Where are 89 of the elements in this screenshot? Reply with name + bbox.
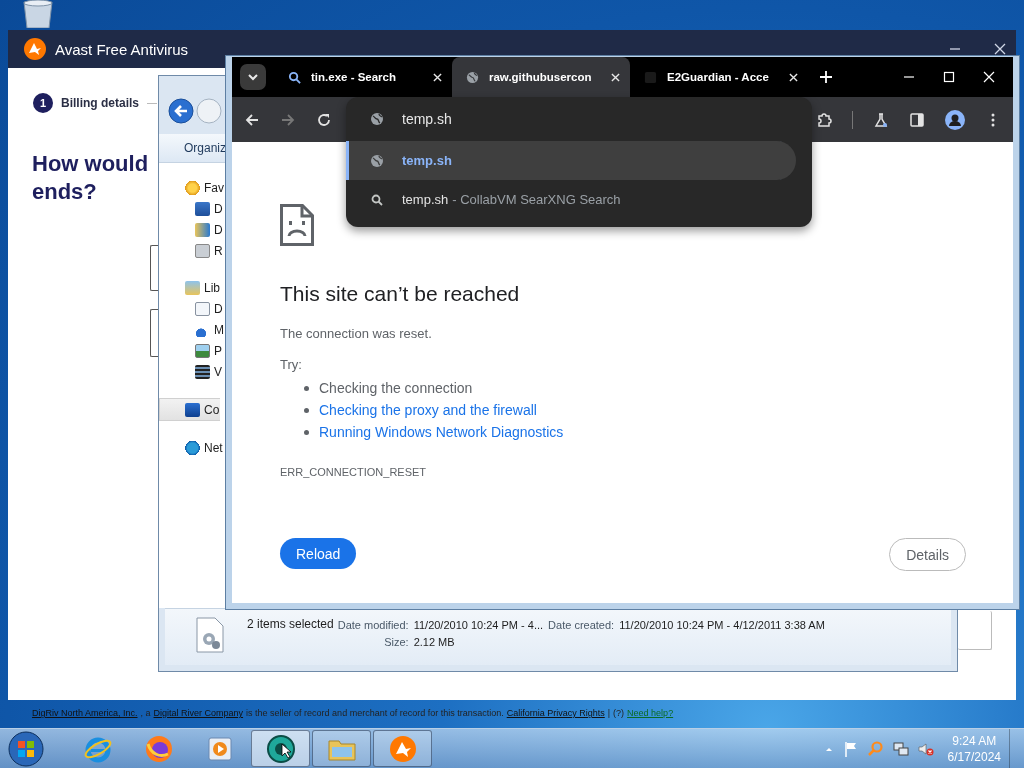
footer-text: | [607, 708, 611, 718]
avast-logo-icon [387, 733, 418, 764]
reload-button[interactable]: Reload [280, 538, 357, 569]
step-number: 1 [33, 93, 53, 113]
forward-icon[interactable] [280, 111, 296, 128]
error-code: ERR_CONNECTION_RESET [280, 466, 428, 478]
downloads-icon [195, 222, 210, 237]
video-icon [195, 364, 210, 379]
footer-text: (?) [613, 708, 625, 718]
taskbar-button[interactable] [373, 730, 432, 767]
search-icon [288, 70, 301, 84]
detail-label: Date modified: [337, 619, 409, 631]
nav-item[interactable]: V [165, 361, 220, 382]
footer-text: , a [140, 708, 151, 718]
globe-icon [466, 70, 479, 84]
recent-icon [195, 243, 210, 258]
nav-item[interactable]: D [165, 219, 220, 240]
detail-value: 11/20/2010 10:24 PM - 4/12/2011 3:38 AM [619, 619, 825, 631]
page-icon [644, 70, 657, 84]
extensions-icon[interactable] [816, 111, 832, 128]
library-icon [185, 280, 200, 295]
back-button[interactable] [168, 98, 194, 124]
try-label: Try: [280, 357, 303, 372]
back-icon[interactable] [244, 111, 260, 128]
tab-search-button[interactable] [240, 64, 266, 90]
error-message: The connection was reset. [280, 326, 433, 341]
taskbar-button[interactable] [312, 730, 371, 767]
help-link[interactable]: Checking the proxy and the firewall [319, 402, 537, 418]
bullet-icon [304, 429, 309, 435]
help-link[interactable]: Running Windows Network Diagnostics [319, 424, 564, 440]
suggestion-item[interactable]: temp.sh - CollabVM SearXNG Search [346, 180, 796, 219]
detail-label: Date created: [548, 619, 615, 631]
volume-muted-icon[interactable] [917, 740, 934, 757]
organize-menu[interactable]: Organiz [184, 141, 227, 155]
nav-item[interactable]: P [165, 340, 220, 361]
nav-item[interactable]: Co [159, 398, 220, 421]
heading: How would ends? [32, 150, 149, 206]
search-icon [370, 192, 384, 207]
profile-icon[interactable] [945, 109, 965, 130]
detail-value: 11/20/2010 10:24 PM - 4... [413, 619, 544, 631]
address-field[interactable]: temp.sh [402, 111, 702, 127]
side-panel-icon[interactable] [909, 111, 925, 128]
fox-globe-icon [143, 733, 174, 764]
form-field[interactable] [150, 309, 158, 357]
suggestion-item[interactable]: temp.sh [346, 141, 796, 180]
new-tab-icon[interactable] [820, 71, 832, 83]
network-icon [185, 440, 200, 455]
globe-icon [370, 112, 384, 126]
bullet-icon [304, 385, 309, 391]
suggestion-text: Checking the connection [319, 380, 473, 396]
document-icon [195, 301, 210, 316]
error-title: This site can’t be reached [280, 282, 521, 306]
close-tab-icon[interactable] [611, 72, 620, 82]
avast-logo-icon [23, 37, 47, 61]
globe-icon [370, 153, 384, 168]
desktop-icon [195, 201, 210, 216]
settings-file-icon [195, 617, 225, 653]
nav-item[interactable]: D [165, 298, 220, 319]
footer-link[interactable]: California Privacy Rights [506, 708, 605, 718]
nav-item[interactable]: D [165, 198, 220, 219]
footer-text: is the seller of record and merchant of record for this transaction. [246, 708, 504, 718]
detail-label: Size: [383, 636, 409, 648]
pictures-icon [195, 343, 210, 358]
close-tab-icon[interactable] [433, 72, 442, 82]
form-field[interactable] [958, 611, 992, 650]
start-button[interactable] [8, 730, 44, 767]
nav-item[interactable]: R [165, 240, 220, 261]
maximize-icon[interactable] [943, 71, 955, 83]
browser-tab[interactable]: E2Guardian - Acce [630, 57, 808, 97]
browser-tab[interactable]: raw.githubusercon [452, 57, 630, 97]
browser-tab[interactable]: tin.exe - Search [274, 57, 452, 97]
computer-icon [185, 402, 200, 417]
close-tab-icon[interactable] [789, 72, 798, 82]
step-label: Billing details [61, 96, 139, 110]
bullet-icon [304, 407, 309, 413]
network-icon[interactable] [892, 740, 909, 757]
window-title: Avast Free Antivirus [55, 40, 189, 58]
reload-icon[interactable] [316, 111, 332, 128]
form-field[interactable] [150, 245, 158, 291]
close-icon[interactable] [994, 43, 1006, 55]
sad-page-icon [280, 204, 314, 246]
recycle-bin-icon[interactable] [20, 0, 56, 28]
flask-icon[interactable] [873, 111, 889, 128]
taskbar-button[interactable] [251, 730, 310, 767]
nav-item[interactable]: Lib [165, 277, 220, 298]
details-button[interactable]: Details [889, 538, 966, 571]
selection-summary: 2 items selected [247, 617, 334, 631]
app-icon [265, 733, 296, 764]
detail-value: 2.12 MB [413, 636, 456, 648]
